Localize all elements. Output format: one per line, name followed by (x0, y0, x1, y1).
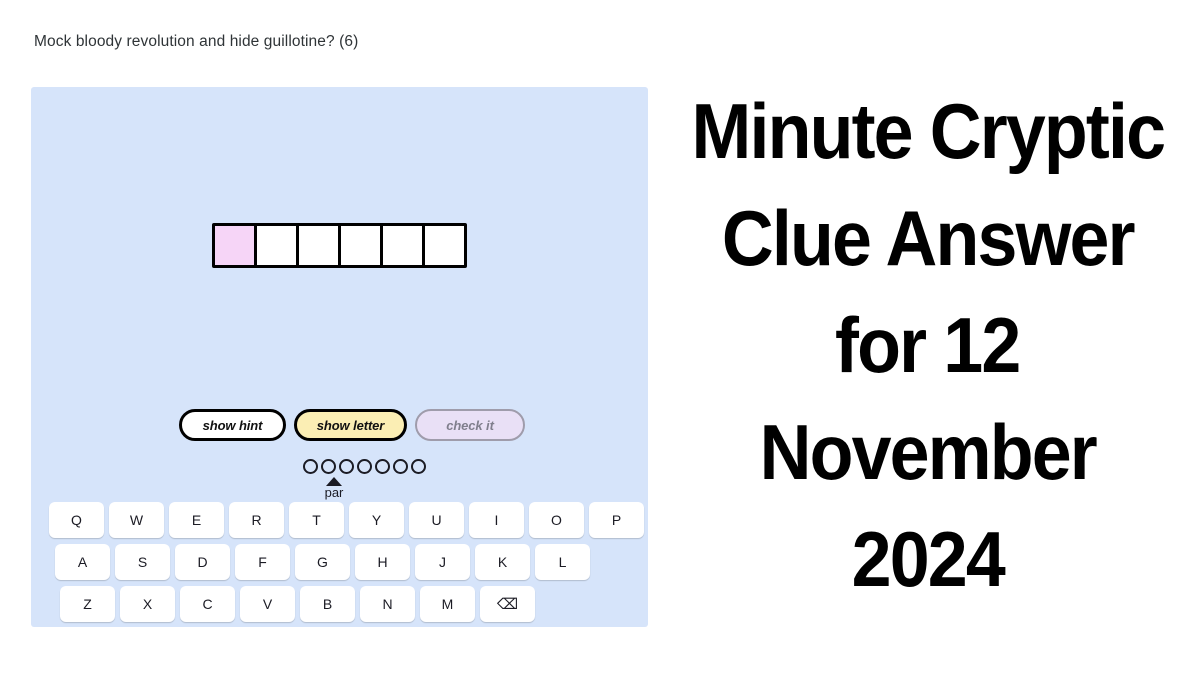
show-hint-button[interactable]: show hint (179, 409, 286, 441)
key-i[interactable]: I (469, 502, 524, 538)
title-line-4: November (759, 408, 1097, 496)
keyboard-row-1: Q W E R T Y U I O P (31, 502, 648, 538)
title-line-3: for 12 (835, 301, 1021, 389)
title-line-5: 2024 (851, 515, 1005, 603)
par-dots (303, 459, 443, 474)
key-n[interactable]: N (360, 586, 415, 622)
key-x[interactable]: X (120, 586, 175, 622)
key-p[interactable]: P (589, 502, 644, 538)
key-l[interactable]: L (535, 544, 590, 580)
par-dot (321, 459, 336, 474)
key-z[interactable]: Z (60, 586, 115, 622)
key-b[interactable]: B (300, 586, 355, 622)
key-u[interactable]: U (409, 502, 464, 538)
crossword-grid (212, 223, 467, 268)
key-s[interactable]: S (115, 544, 170, 580)
key-f[interactable]: F (235, 544, 290, 580)
key-y[interactable]: Y (349, 502, 404, 538)
par-dot (411, 459, 426, 474)
key-m[interactable]: M (420, 586, 475, 622)
key-v[interactable]: V (240, 586, 295, 622)
title-block: Minute Cryptic Clue Answer for 12 Novemb… (655, 0, 1200, 675)
grid-cell-3[interactable] (299, 226, 341, 265)
keyboard-row-3: Z X C V B N M ⌫ (31, 586, 648, 622)
check-it-button[interactable]: check it (415, 409, 525, 441)
grid-cell-4[interactable] (341, 226, 383, 265)
par-dot (357, 459, 372, 474)
key-g[interactable]: G (295, 544, 350, 580)
backspace-icon[interactable]: ⌫ (480, 586, 535, 622)
key-d[interactable]: D (175, 544, 230, 580)
on-screen-keyboard: Q W E R T Y U I O P A S D F G H J K L Z … (31, 502, 648, 627)
key-w[interactable]: W (109, 502, 164, 538)
show-letter-button[interactable]: show letter (294, 409, 407, 441)
action-buttons: show hint show letter check it (179, 409, 525, 441)
grid-cell-2[interactable] (257, 226, 299, 265)
key-a[interactable]: A (55, 544, 110, 580)
clue-text: Mock bloody revolution and hide guilloti… (34, 33, 359, 50)
keyboard-row-2: A S D F G H J K L (31, 544, 648, 580)
key-e[interactable]: E (169, 502, 224, 538)
par-meter: par (303, 459, 443, 500)
key-q[interactable]: Q (49, 502, 104, 538)
key-t[interactable]: T (289, 502, 344, 538)
puzzle-column: Mock bloody revolution and hide guilloti… (0, 0, 655, 675)
title-line-1: Minute Cryptic (691, 87, 1165, 175)
par-dot (393, 459, 408, 474)
key-c[interactable]: C (180, 586, 235, 622)
key-r[interactable]: R (229, 502, 284, 538)
par-dot (339, 459, 354, 474)
par-dot (303, 459, 318, 474)
par-marker: par (321, 477, 347, 500)
puzzle-panel: show hint show letter check it par Q W E… (31, 87, 648, 627)
key-h[interactable]: H (355, 544, 410, 580)
par-dot (375, 459, 390, 474)
key-o[interactable]: O (529, 502, 584, 538)
key-k[interactable]: K (475, 544, 530, 580)
grid-cell-5[interactable] (383, 226, 425, 265)
par-label: par (324, 485, 344, 500)
grid-cell-1[interactable] (215, 226, 257, 265)
grid-cell-6[interactable] (425, 226, 464, 265)
key-j[interactable]: J (415, 544, 470, 580)
title-line-2: Clue Answer (721, 194, 1136, 282)
